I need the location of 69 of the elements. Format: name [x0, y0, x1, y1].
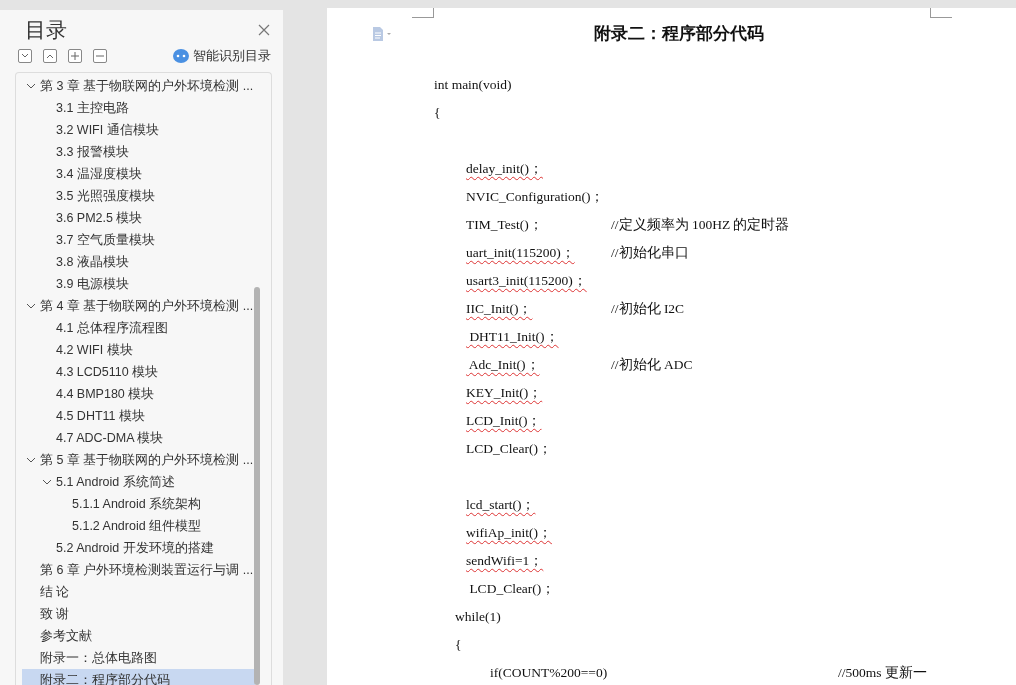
code-line: sendWifi=1；	[466, 551, 544, 570]
toc-item[interactable]: 附录一：总体电路图	[22, 647, 255, 669]
chevron-down-icon[interactable]	[26, 301, 36, 311]
cloud-icon	[173, 49, 189, 63]
code-line: LCD_Clear()；	[468, 579, 556, 598]
code-line: LCD_Clear()；	[466, 439, 552, 458]
chevron-down-icon[interactable]	[42, 477, 52, 487]
code-comment: //初始化 I2C	[611, 299, 685, 318]
toc-item[interactable]: 3.6 PM2.5 模块	[22, 207, 255, 229]
chevron-down-icon[interactable]	[26, 81, 36, 91]
page-corner-mark	[412, 8, 434, 18]
code-line: wifiAp_init()；	[466, 523, 552, 542]
toc-item[interactable]: 附录二：程序部分代码	[22, 669, 255, 685]
code-comment: //初始化串口	[611, 243, 689, 262]
toc-item[interactable]: 3.2 WIFI 通信模块	[22, 119, 255, 141]
code-line: {	[434, 103, 441, 122]
code-line: while(1)	[455, 607, 501, 626]
code-line: DHT11_Init()；	[468, 327, 559, 346]
code-line: TIM_Test()；	[466, 215, 543, 234]
code-line: NVIC_Configuration()；	[466, 187, 605, 206]
code-line: KEY_Init()；	[466, 383, 543, 402]
toc-item[interactable]: 致 谢	[22, 603, 255, 625]
code-line: {	[455, 635, 462, 654]
plus-icon[interactable]	[68, 49, 82, 63]
code-comment: //初始化 ADC	[611, 355, 693, 374]
toc-item[interactable]: 4.1 总体程序流程图	[22, 317, 255, 339]
toc-item[interactable]: 4.5 DHT11 模块	[22, 405, 255, 427]
collapse-up-icon[interactable]	[43, 49, 57, 63]
toc-item[interactable]: 3.7 空气质量模块	[22, 229, 255, 251]
toc-item[interactable]: 第 3 章 基于物联网的户外坏境检测 ...	[22, 75, 255, 97]
code-line: uart_init(115200)；	[466, 243, 575, 262]
toc-item[interactable]: 3.3 报警模块	[22, 141, 255, 163]
scrollbar-thumb[interactable]	[254, 287, 260, 685]
code-comment: //定义频率为 100HZ 的定时器	[611, 215, 790, 234]
toc-item[interactable]: 5.1.2 Android 组件模型	[22, 515, 255, 537]
toc-item[interactable]: 参考文献	[22, 625, 255, 647]
toc-item[interactable]: 第 5 章 基于物联网的户外环境检测 ...	[22, 449, 255, 471]
code-line: if(COUNT%200==0)	[490, 663, 608, 682]
toc-item[interactable]: 第 4 章 基于物联网的户外环境检测 ...	[22, 295, 255, 317]
toc-item[interactable]: 第 6 章 户外环境检测装置运行与调 ...	[22, 559, 255, 581]
toc-item[interactable]: 结 论	[22, 581, 255, 603]
toc-item[interactable]: 5.2 Android 开发环境的搭建	[22, 537, 255, 559]
page-corner-mark	[930, 8, 952, 18]
minus-icon[interactable]	[93, 49, 107, 63]
toc-item[interactable]: 4.3 LCD5110 模块	[22, 361, 255, 383]
code-line: IIC_Init()；	[466, 299, 533, 318]
code-line: int main(void)	[434, 75, 512, 94]
code-line: Adc_Init()；	[467, 355, 540, 374]
toc-item[interactable]: 3.1 主控电路	[22, 97, 255, 119]
toc-item[interactable]: 4.2 WIFI 模块	[22, 339, 255, 361]
code-line: delay_init()；	[466, 159, 543, 178]
chevron-down-icon[interactable]	[26, 455, 36, 465]
code-line: LCD_Init()；	[466, 411, 542, 430]
toc-item[interactable]: 4.7 ADC-DMA 模块	[22, 427, 255, 449]
expand-down-icon[interactable]	[18, 49, 32, 63]
toc-item[interactable]: 3.5 光照强度模块	[22, 185, 255, 207]
smart-toc-button[interactable]: 智能识别目录	[173, 46, 271, 66]
toc-item[interactable]: 5.1.1 Android 系统架构	[22, 493, 255, 515]
toc-item[interactable]: 3.9 电源模块	[22, 273, 255, 295]
code-comment: //500ms 更新一	[838, 663, 927, 682]
toc-item[interactable]: 3.4 温湿度模块	[22, 163, 255, 185]
panel-title: 目录	[25, 17, 67, 44]
toc-item[interactable]: 5.1 Android 系统简述	[22, 471, 255, 493]
document-heading: 附录二：程序部分代码	[594, 23, 764, 45]
close-icon[interactable]	[257, 23, 271, 37]
code-line: lcd_start()；	[466, 495, 536, 514]
toc-item[interactable]: 4.4 BMP180 模块	[22, 383, 255, 405]
code-line: usart3_init(115200)；	[466, 271, 587, 290]
toc-item[interactable]: 3.8 液晶模块	[22, 251, 255, 273]
